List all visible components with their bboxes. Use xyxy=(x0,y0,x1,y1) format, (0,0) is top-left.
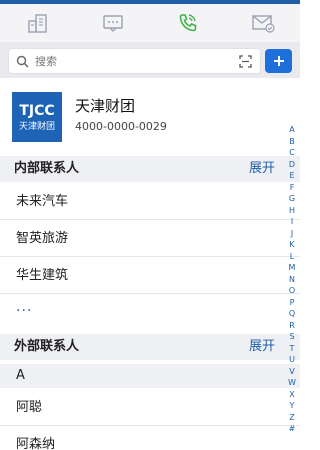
company-name: 天津财团 xyxy=(75,97,136,115)
index-letter[interactable]: L xyxy=(284,251,300,263)
index-letter[interactable]: W xyxy=(284,377,300,389)
index-letter[interactable]: H xyxy=(284,205,300,217)
list-item-label: 智英旅游 xyxy=(16,231,69,246)
scan-icon[interactable] xyxy=(239,55,252,68)
list-item[interactable]: 未来汽车 xyxy=(0,184,300,220)
tab-messages[interactable] xyxy=(75,4,150,42)
list-item-label: 华生建筑 xyxy=(16,268,69,283)
list-item[interactable]: 阿森纳 xyxy=(0,427,300,450)
internal-contacts-header: 内部联系人 展开 xyxy=(0,156,300,182)
tab-contacts[interactable] xyxy=(150,4,225,42)
index-letter[interactable]: V xyxy=(284,366,300,378)
index-letter[interactable]: T xyxy=(284,343,300,355)
index-letter[interactable]: P xyxy=(284,297,300,309)
building-icon xyxy=(27,14,47,33)
index-letter[interactable]: J xyxy=(284,228,300,240)
index-letter[interactable]: G xyxy=(284,193,300,205)
index-letter[interactable]: B xyxy=(284,136,300,148)
list-item[interactable]: 阿聪 xyxy=(0,390,300,426)
list-item[interactable]: 智英旅游 xyxy=(0,221,300,257)
group-letter-header: A xyxy=(0,364,300,388)
search-input[interactable]: 搜索 xyxy=(8,48,261,74)
external-contacts-header: 外部联系人 展开 xyxy=(0,334,300,360)
index-letter[interactable]: S xyxy=(284,331,300,343)
phone-icon xyxy=(179,14,196,32)
index-letter[interactable]: D xyxy=(284,159,300,171)
search-row: 搜索 xyxy=(0,42,300,78)
index-letter[interactable]: F xyxy=(284,182,300,194)
company-logo: TJCC 天津财团 xyxy=(12,92,62,142)
more-ellipsis: ··· xyxy=(16,303,33,319)
external-expand-button[interactable]: 展开 xyxy=(249,339,275,355)
index-letter[interactable]: N xyxy=(284,274,300,286)
alphabet-index[interactable]: A B C D E F G H I J K L M N O P Q R S T U V W X Y Z # xyxy=(284,124,300,435)
index-letter[interactable]: Z xyxy=(284,412,300,424)
index-letter[interactable]: M xyxy=(284,262,300,274)
logo-text-primary: TJCC xyxy=(19,103,55,119)
group-letter: A xyxy=(16,368,25,383)
index-letter[interactable]: Y xyxy=(284,400,300,412)
index-letter[interactable]: # xyxy=(284,423,300,435)
add-button[interactable] xyxy=(265,49,292,73)
logo-text-secondary: 天津财团 xyxy=(18,122,55,132)
more-item[interactable]: ··· xyxy=(0,295,300,331)
top-tab-bar xyxy=(0,4,300,42)
list-item-label: 阿聪 xyxy=(16,400,43,415)
list-item-label: 未来汽车 xyxy=(16,194,69,209)
index-letter[interactable]: I xyxy=(284,216,300,228)
index-letter[interactable]: Q xyxy=(284,308,300,320)
company-phone: 4000-0000-0029 xyxy=(75,120,167,133)
chat-card-icon xyxy=(102,15,123,32)
internal-expand-button[interactable]: 展开 xyxy=(249,161,275,177)
plus-icon xyxy=(273,56,284,66)
list-item[interactable]: 华生建筑 xyxy=(0,258,300,294)
index-letter[interactable]: X xyxy=(284,389,300,401)
company-card[interactable]: TJCC 天津财团 天津财团 4000-0000-0029 xyxy=(0,78,300,156)
mail-icon xyxy=(251,15,275,33)
list-item-label: 阿森纳 xyxy=(16,437,56,450)
index-letter[interactable]: K xyxy=(284,239,300,251)
index-letter[interactable]: R xyxy=(284,320,300,332)
index-letter[interactable]: E xyxy=(284,170,300,182)
tab-mail[interactable] xyxy=(225,4,300,42)
search-icon xyxy=(16,55,29,68)
search-placeholder: 搜索 xyxy=(35,55,57,68)
index-letter[interactable]: O xyxy=(284,285,300,297)
index-letter[interactable]: U xyxy=(284,354,300,366)
index-letter[interactable]: A xyxy=(284,124,300,136)
external-contacts-title: 外部联系人 xyxy=(14,339,80,354)
internal-contacts-title: 内部联系人 xyxy=(14,161,80,176)
index-letter[interactable]: C xyxy=(284,147,300,159)
tab-organization[interactable] xyxy=(0,4,75,42)
